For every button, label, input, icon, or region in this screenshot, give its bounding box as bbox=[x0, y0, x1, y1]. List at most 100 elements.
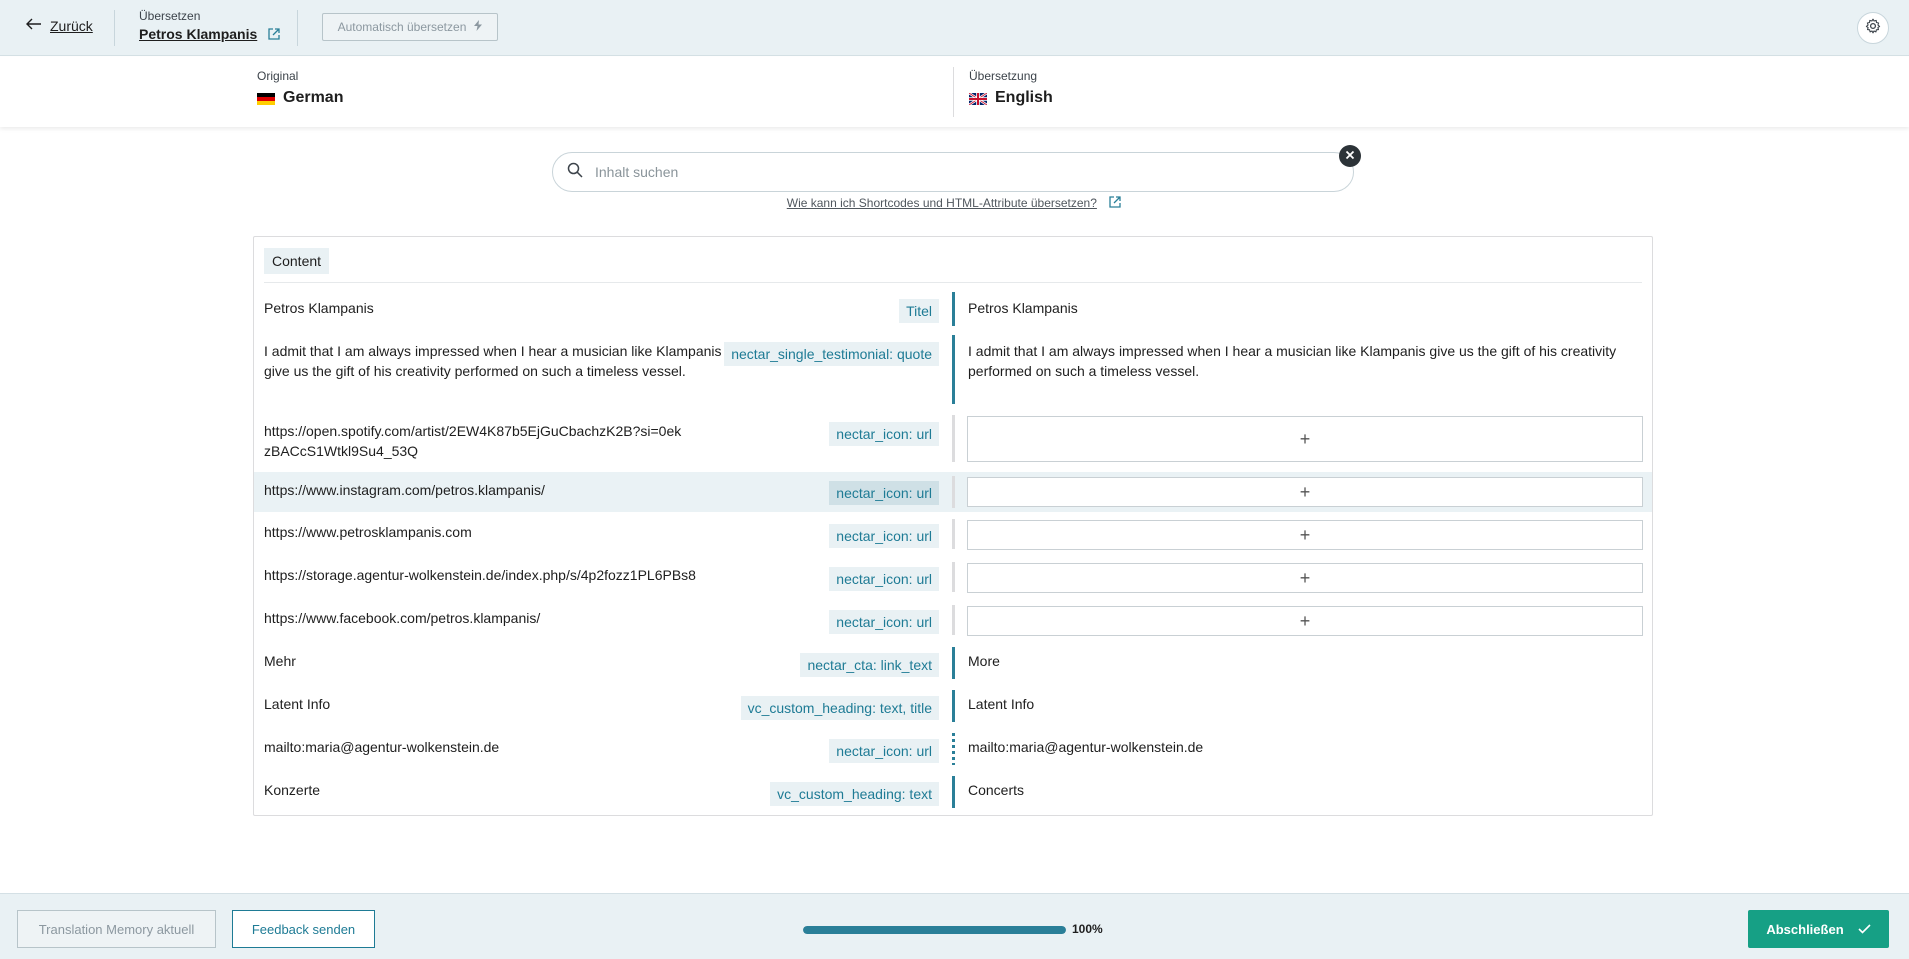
progress-percent: 100% bbox=[1072, 922, 1103, 936]
external-link-icon[interactable] bbox=[267, 27, 281, 41]
translation-memory-button[interactable]: Translation Memory aktuell bbox=[17, 910, 216, 948]
divider bbox=[114, 10, 115, 46]
finish-label: Abschließen bbox=[1766, 921, 1844, 937]
status-bar bbox=[952, 415, 955, 462]
source-text: https://open.spotify.com/artist/2EW4K87b… bbox=[264, 423, 682, 459]
plus-icon: + bbox=[1299, 428, 1311, 449]
post-title: Petros Klampanis bbox=[139, 26, 258, 42]
language-header: Original German Übersetzung English bbox=[0, 57, 1909, 127]
target-text[interactable]: Concerts bbox=[968, 780, 1628, 800]
back-link[interactable]: Zurück bbox=[26, 18, 93, 34]
translation-language: Übersetzung English bbox=[968, 69, 1053, 107]
auto-translate-label: Automatisch übersetzen bbox=[337, 20, 467, 34]
status-bar bbox=[952, 335, 955, 404]
translation-language-name: English bbox=[995, 89, 1053, 106]
divider bbox=[297, 10, 298, 46]
help-link-text[interactable]: Wie kann ich Shortcodes und HTML-Attribu… bbox=[787, 196, 1097, 210]
source-text: Konzerte bbox=[264, 782, 321, 798]
original-label: Original bbox=[257, 69, 299, 83]
plus-icon: + bbox=[1299, 567, 1311, 588]
target-text[interactable]: More bbox=[968, 651, 1628, 671]
divider bbox=[953, 67, 954, 117]
translation-row: Mehr nectar_cta: link_text More bbox=[254, 641, 1652, 684]
translation-row: Latent Info vc_custom_heading: text, tit… bbox=[254, 684, 1652, 727]
clear-search-button[interactable] bbox=[1339, 145, 1361, 167]
search-box bbox=[552, 152, 1354, 192]
field-tag: nectar_icon: url bbox=[829, 610, 939, 634]
field-tag: Titel bbox=[899, 299, 939, 323]
original-language-name: German bbox=[283, 89, 344, 106]
source-text: Latent Info bbox=[264, 696, 331, 712]
translation-row: https://www.facebook.com/petros.klampani… bbox=[254, 598, 1652, 641]
status-bar bbox=[952, 776, 955, 808]
send-feedback-button[interactable]: Feedback senden bbox=[232, 910, 375, 948]
lightning-icon bbox=[474, 20, 483, 34]
gear-icon bbox=[1865, 18, 1881, 39]
status-bar bbox=[952, 519, 955, 549]
post-title-link[interactable]: Petros Klampanis bbox=[139, 26, 281, 42]
add-translation-button[interactable]: + bbox=[967, 563, 1643, 593]
plus-icon: + bbox=[1299, 610, 1311, 631]
close-icon bbox=[1345, 147, 1355, 165]
source-text: mailto:maria@agentur-wolkenstein.de bbox=[264, 739, 500, 755]
auto-translate-button[interactable]: Automatisch übersetzen bbox=[322, 13, 498, 41]
source-text: https://storage.agentur-wolkenstein.de/i… bbox=[264, 567, 696, 583]
external-link-icon[interactable] bbox=[1108, 195, 1122, 209]
finish-button[interactable]: Abschließen bbox=[1748, 910, 1889, 948]
plus-icon: + bbox=[1299, 481, 1311, 502]
status-bar bbox=[952, 292, 955, 326]
back-label: Zurück bbox=[50, 18, 93, 34]
target-text[interactable]: I admit that I am always impressed when … bbox=[968, 341, 1632, 381]
divider bbox=[264, 282, 1642, 283]
original-language: Original German bbox=[257, 69, 343, 107]
plus-icon: + bbox=[1299, 524, 1311, 545]
settings-button[interactable] bbox=[1857, 12, 1889, 44]
translation-row: Petros Klampanis Titel Petros Klampanis bbox=[254, 286, 1652, 329]
target-text[interactable]: mailto:maria@agentur-wolkenstein.de bbox=[968, 737, 1628, 757]
flag-uk-icon bbox=[968, 92, 988, 106]
field-tag: nectar_icon: url bbox=[829, 567, 939, 591]
source-text: Mehr bbox=[264, 653, 296, 669]
progress-bar bbox=[803, 926, 1066, 934]
field-tag: nectar_cta: link_text bbox=[800, 653, 939, 677]
footer-bar: Translation Memory aktuell Feedback send… bbox=[0, 893, 1909, 959]
translation-row: mailto:maria@agentur-wolkenstein.de nect… bbox=[254, 727, 1652, 770]
flag-germany-icon bbox=[257, 92, 275, 105]
top-bar: Zurück Übersetzen Petros Klampanis Autom… bbox=[0, 0, 1909, 56]
search-input[interactable] bbox=[595, 164, 1335, 180]
shortcode-help-link[interactable]: Wie kann ich Shortcodes und HTML-Attribu… bbox=[0, 195, 1909, 210]
breadcrumb-label: Übersetzen bbox=[139, 9, 201, 23]
progress-fill bbox=[803, 926, 1066, 934]
field-tag: vc_custom_heading: text, title bbox=[740, 696, 939, 720]
check-icon bbox=[1858, 922, 1871, 937]
source-text: Petros Klampanis bbox=[264, 300, 374, 316]
source-text: https://www.petrosklampanis.com bbox=[264, 524, 472, 540]
source-text: I admit that I am always impressed when … bbox=[264, 343, 722, 379]
translation-row: Konzerte vc_custom_heading: text Concert… bbox=[254, 770, 1652, 813]
source-text: https://www.facebook.com/petros.klampani… bbox=[264, 610, 541, 626]
status-bar bbox=[952, 733, 955, 765]
add-translation-button[interactable]: + bbox=[967, 477, 1643, 507]
arrow-left-icon bbox=[26, 18, 42, 34]
add-translation-button[interactable]: + bbox=[967, 520, 1643, 550]
field-tag: nectar_icon: url bbox=[829, 739, 939, 763]
search-icon bbox=[567, 162, 583, 183]
target-text[interactable]: Latent Info bbox=[968, 694, 1628, 714]
status-bar bbox=[952, 476, 955, 508]
translation-row: https://www.petrosklampanis.com nectar_i… bbox=[254, 512, 1652, 555]
field-tag: nectar_icon: url bbox=[829, 422, 939, 446]
field-tag: nectar_icon: url bbox=[829, 524, 939, 548]
translation-label: Übersetzung bbox=[969, 69, 1038, 83]
section-label: Content bbox=[264, 248, 330, 274]
status-bar bbox=[952, 562, 955, 592]
field-tag: nectar_icon: url bbox=[829, 481, 939, 505]
translation-row: I admit that I am always impressed when … bbox=[254, 329, 1652, 409]
target-text[interactable]: Petros Klampanis bbox=[968, 298, 1628, 318]
add-translation-button[interactable]: + bbox=[967, 416, 1643, 462]
status-bar bbox=[952, 647, 955, 679]
translation-panel: Content Petros Klampanis Titel Petros Kl… bbox=[253, 236, 1653, 816]
add-translation-button[interactable]: + bbox=[967, 606, 1643, 636]
translation-row: https://www.instagram.com/petros.klampan… bbox=[254, 472, 1652, 512]
translation-row: https://storage.agentur-wolkenstein.de/i… bbox=[254, 555, 1652, 598]
source-text: https://www.instagram.com/petros.klampan… bbox=[264, 482, 545, 498]
